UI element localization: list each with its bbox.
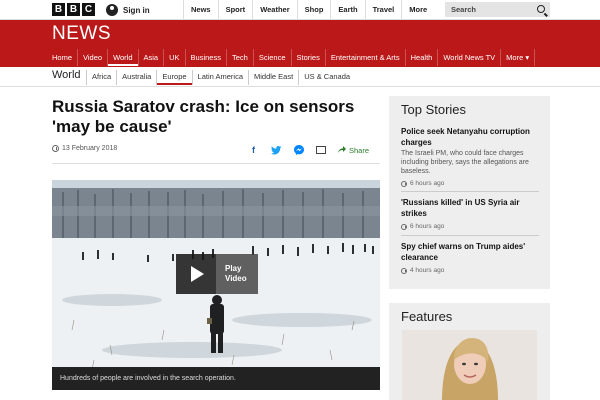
region-us-canada[interactable]: US & Canada: [298, 70, 355, 85]
bbc-top-bar: B B C Sign in News Sport Weather Shop Ea…: [0, 0, 600, 20]
search-icon[interactable]: [537, 5, 545, 13]
region-australia[interactable]: Australia: [116, 70, 156, 85]
mail-icon[interactable]: [316, 146, 326, 154]
news-nav-tech[interactable]: Tech: [227, 49, 254, 66]
divider: [401, 191, 539, 192]
article-headline: Russia Saratov crash: Ice on sensors 'ma…: [52, 97, 355, 136]
clock-icon: [401, 223, 407, 230]
facebook-icon[interactable]: f: [248, 145, 259, 155]
news-nav-business[interactable]: Business: [186, 49, 227, 66]
news-nav-entertainment[interactable]: Entertainment & Arts: [326, 49, 406, 66]
messenger-icon[interactable]: [294, 145, 304, 155]
play-video-label: Play Video: [216, 254, 258, 294]
divider: [52, 163, 380, 164]
story-time: 6 hours ago: [401, 223, 541, 230]
share-button[interactable]: Share: [338, 146, 369, 155]
top-stories-title: Top Stories: [401, 102, 467, 117]
news-nav-uk[interactable]: UK: [164, 49, 186, 66]
share-bar: f Share: [248, 144, 369, 156]
top-stories-panel: Top Stories Police seek Netanyahu corrup…: [389, 96, 550, 289]
story-headline[interactable]: Spy chief warns on Trump aides' clearanc…: [401, 241, 541, 263]
article-date-text: 13 February 2018: [62, 145, 118, 152]
top-nav-news[interactable]: News: [183, 0, 218, 20]
news-nav: Home Video World Asia UK Business Tech S…: [47, 49, 536, 66]
divider: [401, 235, 539, 236]
story-item[interactable]: Spy chief warns on Trump aides' clearanc…: [401, 241, 541, 274]
story-headline[interactable]: 'Russians killed' in US Syria air strike…: [401, 197, 541, 219]
story-item[interactable]: Police seek Netanyahu corruption charges…: [401, 126, 541, 187]
story-item[interactable]: 'Russians killed' in US Syria air strike…: [401, 197, 541, 230]
twitter-icon[interactable]: [271, 145, 282, 155]
world-subnav: World Africa Australia Europe Latin Amer…: [0, 67, 600, 87]
top-nav: News Sport Weather Shop Earth Travel Mor…: [183, 0, 467, 20]
top-nav-travel[interactable]: Travel: [364, 0, 402, 20]
top-nav-sport[interactable]: Sport: [217, 0, 253, 20]
share-label: Share: [349, 145, 370, 155]
signin-label: Sign in: [123, 5, 150, 15]
play-icon: [176, 254, 216, 294]
news-nav-video[interactable]: Video: [78, 49, 109, 66]
story-time: 4 hours ago: [401, 267, 541, 274]
share-icon: [338, 146, 346, 153]
features-title: Features: [401, 309, 453, 324]
clock-icon: [52, 145, 59, 152]
user-icon: [106, 4, 118, 16]
top-nav-earth[interactable]: Earth: [330, 0, 364, 20]
top-nav-weather[interactable]: Weather: [252, 0, 296, 20]
play-video-button[interactable]: Play Video: [176, 254, 258, 294]
clock-icon: [401, 180, 407, 187]
news-nav-health[interactable]: Health: [406, 49, 439, 66]
story-summary: The Israeli PM, who could face charges i…: [401, 150, 529, 175]
story-time-text: 4 hours ago: [410, 267, 445, 274]
top-nav-more-label: More: [409, 5, 428, 14]
news-nav-science[interactable]: Science: [254, 49, 292, 66]
clock-icon: [401, 267, 407, 274]
portrait-illustration: [402, 330, 537, 400]
search-placeholder: Search: [451, 5, 477, 14]
story-headline[interactable]: Police seek Netanyahu corruption charges: [401, 126, 541, 148]
video-caption: Hundreds of people are involved in the s…: [52, 367, 380, 390]
signin-button[interactable]: Sign in: [106, 2, 150, 18]
news-nav-more[interactable]: More ▾: [501, 49, 536, 66]
news-nav-stories[interactable]: Stories: [292, 49, 326, 66]
bbc-logo[interactable]: B B C: [52, 3, 95, 16]
news-logo[interactable]: NEWS: [52, 23, 111, 45]
feature-image[interactable]: [402, 330, 537, 400]
region-latin-america[interactable]: Latin America: [191, 70, 248, 85]
news-nav-world-news-tv[interactable]: World News TV: [438, 49, 502, 66]
region-europe[interactable]: Europe: [156, 70, 191, 85]
news-nav-asia[interactable]: Asia: [139, 49, 165, 66]
section-title[interactable]: World: [52, 69, 81, 81]
story-time-text: 6 hours ago: [410, 180, 445, 187]
region-africa[interactable]: Africa: [86, 70, 116, 85]
search-input[interactable]: Search: [445, 2, 550, 17]
article-date: 13 February 2018: [52, 145, 117, 152]
story-time: 6 hours ago: [401, 180, 541, 187]
news-nav-home[interactable]: Home: [47, 49, 79, 66]
story-time-text: 6 hours ago: [410, 223, 445, 230]
region-middle-east[interactable]: Middle East: [248, 70, 298, 85]
region-nav: Africa Australia Europe Latin America Mi…: [86, 70, 355, 85]
top-nav-shop[interactable]: Shop: [296, 0, 331, 20]
news-nav-world[interactable]: World: [108, 49, 139, 66]
